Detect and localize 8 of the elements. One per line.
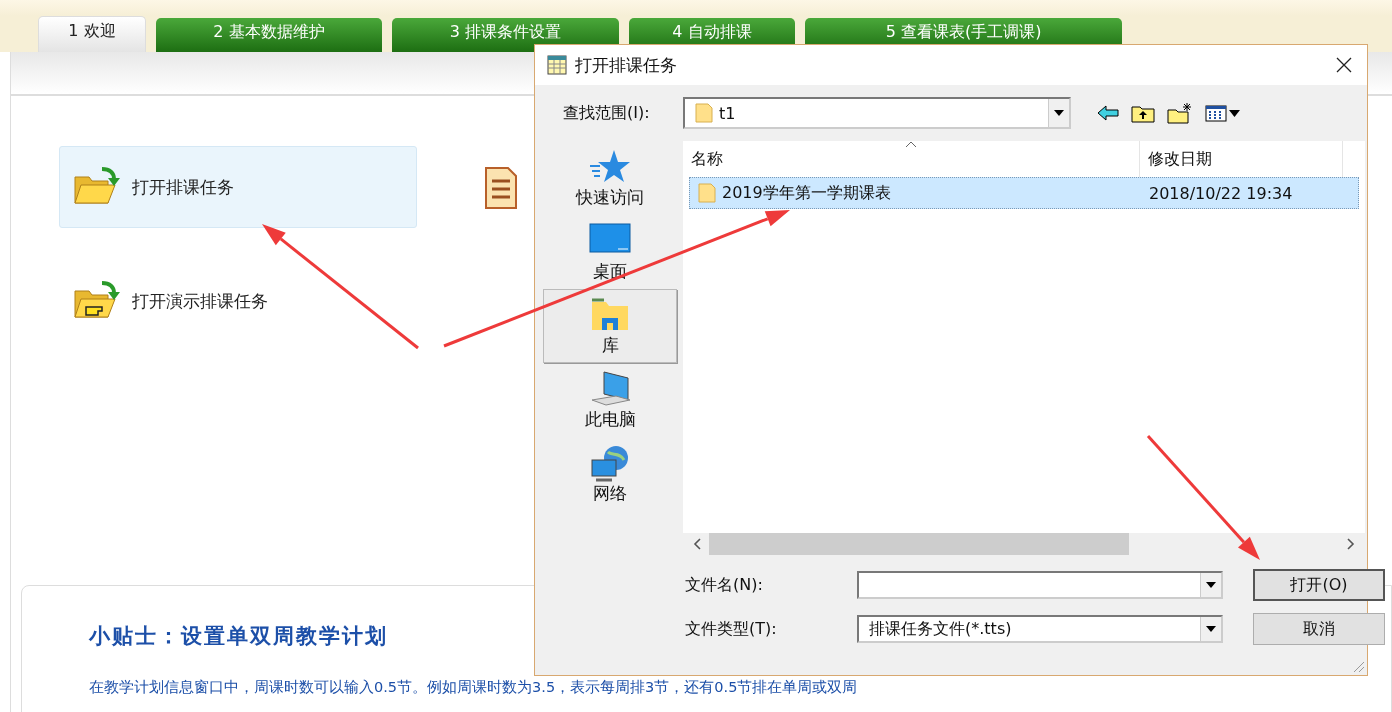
tip-title: 小贴士：设置单双周教学计划	[89, 622, 388, 650]
file-name: 2019学年第一学期课表	[722, 182, 891, 204]
window-title: 打开排课任务	[575, 53, 678, 77]
tip-text: 在教学计划信息窗口中，周课时数可以输入0.5节。例如周课时数为3.5，表示每周排3节，还有0.5节排在单周或双周	[89, 678, 858, 697]
location-label: 查找范围(I):	[563, 102, 651, 124]
filetype-label: 文件类型(T):	[685, 618, 778, 640]
file-date: 2018/10/22 19:34	[1148, 183, 1294, 203]
filename-label: 文件名(N):	[685, 574, 764, 596]
